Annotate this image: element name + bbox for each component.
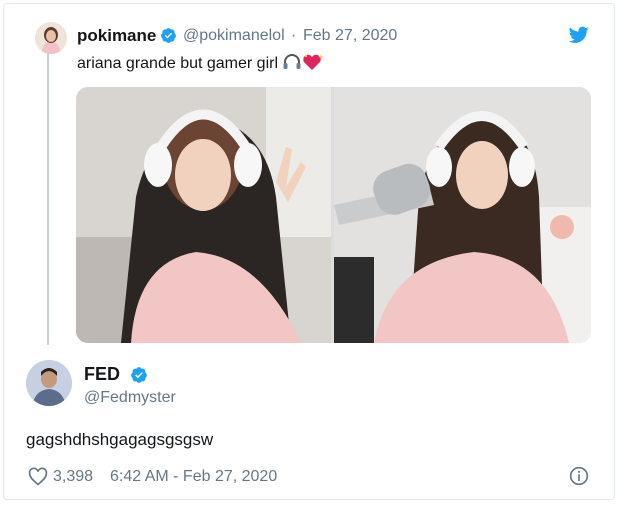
tweet-text: ariana grande but gamer girl (77, 53, 325, 76)
reply-timestamp[interactable]: 6:42 AM - Feb 27, 2020 (110, 468, 277, 486)
media-photo-left[interactable] (76, 87, 331, 343)
reply-author-name[interactable]: FED (84, 364, 120, 385)
heart-icon[interactable] (28, 467, 48, 487)
reply-author-handle[interactable]: @Fedmyster (84, 389, 176, 407)
verified-badge-icon (161, 28, 176, 43)
pokimane-avatar[interactable] (35, 22, 67, 54)
author-name[interactable]: pokimane (77, 26, 156, 46)
tweet-text-content: ariana grande but gamer girl (77, 55, 279, 72)
info-icon[interactable] (569, 466, 589, 486)
thread-connector-line (47, 53, 49, 345)
tweet-date[interactable]: Feb 27, 2020 (303, 27, 397, 45)
like-count[interactable]: 3,398 (53, 468, 93, 486)
media-photo-right[interactable] (334, 87, 591, 343)
twitter-bird-icon[interactable] (569, 26, 589, 44)
sparkling-heart-emoji (302, 53, 325, 76)
fed-avatar[interactable] (26, 360, 72, 406)
reply-tweet-text: gagshdhshgagagsgsgsw (26, 430, 214, 449)
author-handle[interactable]: @pokimanelol (183, 27, 285, 45)
tweet-media-grid[interactable] (76, 87, 591, 343)
reply-verified-badge-icon (131, 367, 147, 383)
dot-separator: · (291, 27, 297, 44)
headphone-emoji (282, 53, 302, 76)
